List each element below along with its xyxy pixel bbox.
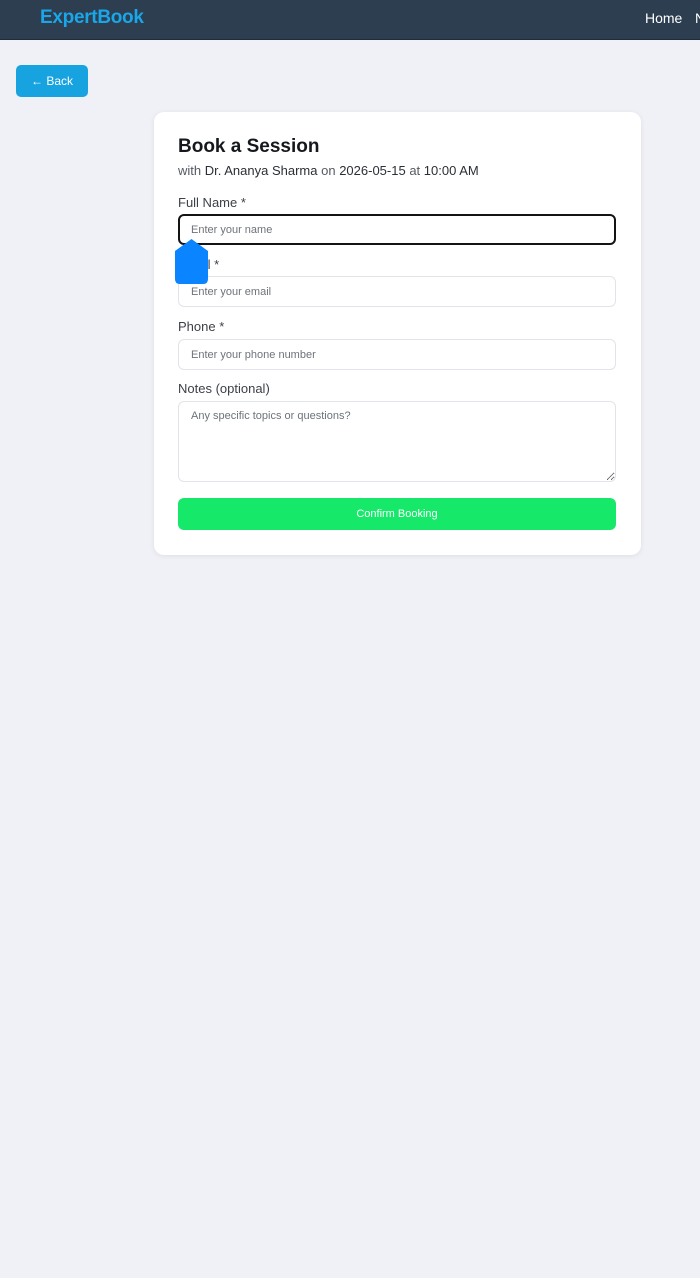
booking-summary: with Dr. Ananya Sharma on 2026-05-15 at … [178,163,479,178]
top-navbar: ExpertBook Home N [0,0,700,40]
booking-card: Book a Session with Dr. Ananya Sharma on… [154,112,641,555]
full-name-input[interactable] [178,214,616,245]
page-title: Book a Session [178,136,320,157]
notes-textarea[interactable] [178,401,616,482]
phone-label: Phone * [178,319,225,334]
subtitle-at-text: at [409,163,421,178]
subtitle-on-text: on [321,163,336,178]
touch-cursor-icon [175,239,208,284]
email-input[interactable] [178,276,616,307]
booking-date: 2026-05-15 [339,163,406,178]
full-name-label: Full Name * [178,195,246,210]
confirm-booking-button[interactable]: Confirm Booking [178,498,616,530]
expert-name: Dr. Ananya Sharma [204,163,318,178]
subtitle-with-text: with [178,163,202,178]
back-button[interactable]: ← Back [16,65,88,97]
nav-link-truncated[interactable]: N [695,10,700,26]
notes-label: Notes (optional) [178,381,270,396]
brand-logo[interactable]: ExpertBook [40,7,144,29]
nav-link-home[interactable]: Home [645,10,682,26]
booking-time: 10:00 AM [423,163,479,178]
phone-input[interactable] [178,339,616,370]
